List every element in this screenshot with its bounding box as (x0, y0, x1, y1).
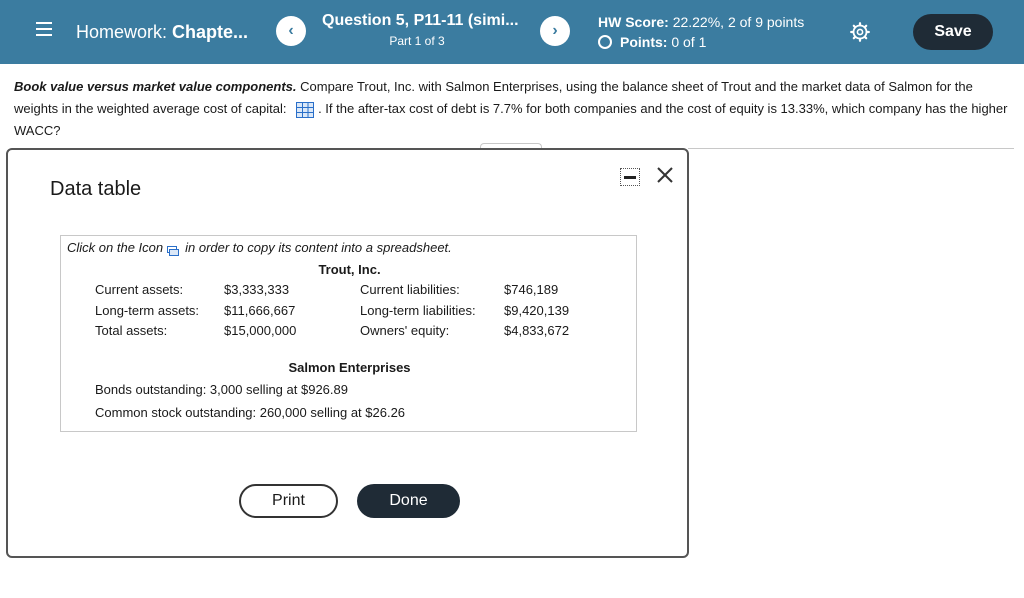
question-part: Part 1 of 3 (389, 34, 445, 48)
points-value: 0 of 1 (671, 34, 707, 50)
trout-label-long-term-assets: Long-term assets: (95, 303, 200, 318)
homework-prefix: Homework: (76, 22, 168, 42)
trout-label-total-assets: Total assets: (95, 323, 168, 338)
minimize-icon[interactable] (620, 168, 640, 186)
salmon-bonds-line: Bonds outstanding: 3,000 selling at $926… (95, 382, 348, 397)
data-box: Click on the Icon in order to copy its co… (60, 235, 637, 432)
trout-label-owners-equity: Owners' equity: (360, 323, 450, 338)
trout-value-owners-equity: $4,833,672 (504, 323, 570, 338)
print-button[interactable]: Print (239, 484, 338, 518)
salmon-stock-line: Common stock outstanding: 260,000 sellin… (95, 405, 406, 420)
homework-title[interactable]: Homework: Chapte... (76, 20, 248, 44)
table-grid-icon[interactable] (296, 101, 315, 118)
question-lead: Book value versus market value component… (14, 79, 297, 94)
dialog-title: Data table (50, 178, 142, 200)
trout-value-current-liabilities: $746,189 (504, 282, 559, 297)
hw-score: HW Score: 22.22%, 2 of 9 points (598, 14, 804, 30)
trout-value-current-assets: $3,333,333 (224, 282, 290, 297)
radio-circle-icon (598, 35, 612, 49)
trout-value-long-term-assets: $11,666,667 (224, 303, 296, 318)
hw-score-value: 22.22%, 2 of 9 points (672, 14, 805, 30)
copy-note-suffix: in order to copy its content into a spre… (185, 240, 452, 255)
homework-chapter: Chapte... (172, 22, 249, 42)
done-button[interactable]: Done (357, 484, 460, 518)
top-header: Homework: Chapte... ‹ Question 5, P11-11… (0, 0, 1024, 64)
copy-note-prefix: Click on the Icon (67, 240, 164, 255)
trout-label-long-term-liabilities: Long-term liabilities: (360, 303, 476, 318)
copy-note: Click on the Icon in order to copy its co… (67, 240, 452, 256)
hw-score-label: HW Score: (598, 14, 669, 30)
trout-label-current-liabilities: Current liabilities: (360, 282, 460, 297)
trout-value-total-assets: $15,000,000 (224, 323, 297, 338)
previous-question-button[interactable]: ‹ (276, 16, 306, 46)
question-text: Book value versus market value component… (14, 76, 1010, 142)
next-question-button[interactable]: › (540, 16, 570, 46)
content-divider (688, 148, 1014, 149)
salmon-title: Salmon Enterprises (288, 360, 411, 375)
trout-title: Trout, Inc. (318, 262, 381, 277)
copy-icon[interactable] (167, 244, 180, 256)
question-title[interactable]: Question 5, P11-11 (simi... (322, 12, 532, 30)
save-button[interactable]: Save (913, 14, 993, 50)
trout-value-long-term-liabilities: $9,420,139 (504, 303, 570, 318)
gear-icon[interactable] (850, 22, 870, 42)
data-table-dialog: Data table Click on the Icon in order to … (6, 148, 689, 558)
points-label: Points: (620, 34, 668, 50)
points-status: Points: 0 of 1 (598, 34, 706, 50)
trout-label-current-assets: Current assets: (95, 282, 184, 297)
close-icon[interactable] (654, 164, 676, 186)
menu-icon[interactable] (36, 22, 52, 38)
